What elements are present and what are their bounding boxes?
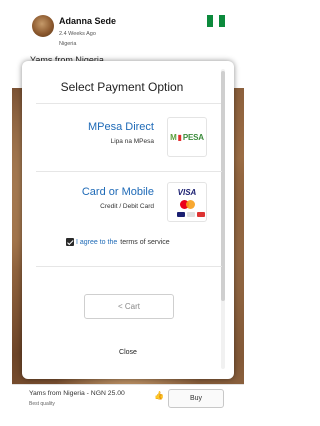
payment-option-dialog: Select Payment Option MPesa Direct Lipa … xyxy=(22,61,234,379)
seller-name[interactable]: Adanna Sede xyxy=(59,16,116,26)
cart-button[interactable]: < Cart xyxy=(84,294,174,319)
divider xyxy=(36,103,222,104)
terms-of-service-link[interactable]: terms of service xyxy=(120,239,169,246)
avatar[interactable] xyxy=(32,15,54,37)
seller-location: Nigeria xyxy=(59,41,77,47)
buy-button[interactable]: Buy xyxy=(168,389,224,408)
posted-time: 2.4 Weeks Ago xyxy=(59,31,96,37)
terms-text: I agree to the xyxy=(76,238,118,246)
divider xyxy=(36,171,222,172)
listing-subtitle: Best quality xyxy=(29,401,55,407)
option-title[interactable]: Card or Mobile xyxy=(82,186,154,198)
listing-price-title: Yams from Nigeria - NGN 25.00 xyxy=(29,390,125,397)
payment-option-mpesa[interactable]: MPesa Direct Lipa na MPesa M ▮ PESA xyxy=(36,111,216,163)
listing-bottom-bar: Yams from Nigeria - NGN 25.00 Best quali… xyxy=(12,384,244,412)
terms-agreement[interactable]: I agree to the terms of service xyxy=(66,238,170,246)
dialog-title: Select Payment Option xyxy=(60,80,184,94)
close-button[interactable]: Close xyxy=(22,349,234,356)
mpesa-logo: M ▮ PESA xyxy=(167,117,207,157)
payment-option-card[interactable]: Card or Mobile Credit / Debit Card VISA xyxy=(36,176,216,228)
option-subtitle: Credit / Debit Card xyxy=(100,203,154,210)
nigeria-flag-icon xyxy=(207,15,225,27)
option-subtitle: Lipa na MPesa xyxy=(110,138,154,145)
visa-mastercard-logo: VISA xyxy=(167,182,207,222)
mpesa-logo-text-m: M xyxy=(170,132,177,142)
divider xyxy=(36,266,222,267)
option-title[interactable]: MPesa Direct xyxy=(88,121,154,133)
visa-logo-text: VISA xyxy=(177,188,197,197)
mpesa-logo-text-pesa: PESA xyxy=(182,132,204,142)
thumbs-up-icon[interactable]: 👍 xyxy=(154,391,164,400)
terms-checkbox[interactable] xyxy=(66,238,74,246)
